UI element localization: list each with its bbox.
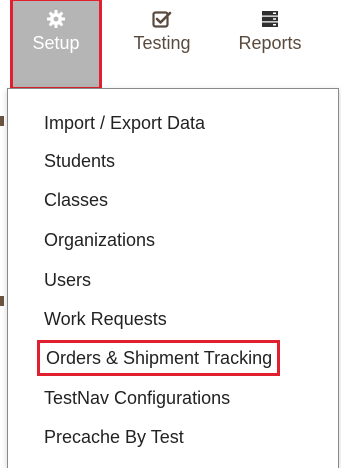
menu-item-work-requests[interactable]: Work Requests <box>44 307 167 331</box>
page-background-edge <box>0 88 4 468</box>
menu-item-orders-shipment-tracking[interactable]: Orders & Shipment Tracking <box>37 340 281 376</box>
setup-dropdown-menu: Import / Export Data Students Classes Or… <box>7 88 339 468</box>
menu-item-students[interactable]: Students <box>44 149 115 173</box>
top-nav-bar: Setup Testing Reports <box>0 0 341 90</box>
menu-item-users[interactable]: Users <box>44 268 91 292</box>
tab-testing-label: Testing <box>133 33 191 53</box>
gear-icon <box>46 8 66 30</box>
server-stack-icon <box>260 8 280 30</box>
tab-setup-label: Setup <box>32 33 80 53</box>
menu-item-import-export-data[interactable]: Import / Export Data <box>44 111 205 135</box>
menu-item-organizations[interactable]: Organizations <box>44 228 155 252</box>
page-edge-mark <box>0 116 4 126</box>
checkbox-icon <box>152 8 172 30</box>
tab-reports[interactable]: Reports <box>222 0 318 88</box>
page-edge-mark <box>0 296 4 306</box>
menu-item-testnav-configurations[interactable]: TestNav Configurations <box>44 386 230 410</box>
menu-item-precache-by-test[interactable]: Precache By Test <box>44 425 184 449</box>
tab-testing[interactable]: Testing <box>122 0 202 88</box>
tab-reports-label: Reports <box>238 33 302 53</box>
tab-setup[interactable]: Setup <box>10 0 102 90</box>
menu-item-classes[interactable]: Classes <box>44 188 108 212</box>
